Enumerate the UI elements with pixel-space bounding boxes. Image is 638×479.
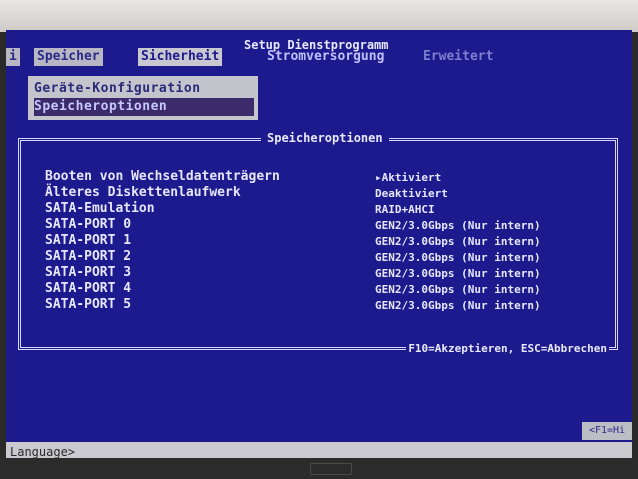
option-value[interactable]: GEN2/3.0Gbps (Nur intern) [375, 283, 541, 299]
menu-item-sicherheit[interactable]: Sicherheit [138, 48, 223, 66]
option-label[interactable]: SATA-PORT 5 [45, 297, 131, 313]
option-label[interactable]: SATA-PORT 3 [45, 265, 131, 281]
menu-bar: i Speicher Sicherheit Stromversorgung Er… [6, 48, 632, 68]
option-label[interactable]: Booten von Wechseldatenträgern [45, 169, 280, 185]
option-label[interactable]: SATA-PORT 4 [45, 281, 131, 297]
dialog-footer-hint: F10=Akzeptieren, ESC=Abbrechen [406, 342, 609, 355]
option-label[interactable]: Älteres Diskettenlaufwerk [45, 185, 241, 201]
option-label[interactable]: SATA-PORT 1 [45, 233, 131, 249]
menu-item-stromversorgung[interactable]: Stromversorgung [264, 48, 387, 66]
bios-screen: Setup Dienstprogramm i Speicher Sicherhe… [6, 30, 632, 462]
monitor-bezel-top [0, 0, 638, 32]
help-hint[interactable]: <F1=Hi [582, 422, 632, 440]
option-value[interactable]: ▸Aktiviert [375, 171, 441, 187]
option-value[interactable]: GEN2/3.0Gbps (Nur intern) [375, 267, 541, 283]
option-label[interactable]: SATA-Emulation [45, 201, 155, 217]
option-value[interactable]: GEN2/3.0Gbps (Nur intern) [375, 235, 541, 251]
option-value[interactable]: GEN2/3.0Gbps (Nur intern) [375, 251, 541, 267]
menu-item-speicher[interactable]: Speicher [34, 48, 103, 66]
menu-item-erweitert[interactable]: Erweitert [420, 48, 496, 66]
submenu-item-geraete-konfiguration[interactable]: Geräte-Konfiguration [34, 80, 201, 98]
option-label[interactable]: SATA-PORT 0 [45, 217, 131, 233]
option-label[interactable]: SATA-PORT 2 [45, 249, 131, 265]
option-value[interactable]: RAID+AHCI [375, 203, 435, 219]
dialog-title: Speicheroptionen [261, 131, 389, 145]
option-value[interactable]: GEN2/3.0Gbps (Nur intern) [375, 299, 541, 315]
speicheroptionen-dialog: Speicheroptionen Booten von Wechseldaten… [18, 131, 618, 355]
monitor-logo [310, 463, 352, 475]
submenu: Geräte-Konfiguration Speicheroptionen [28, 76, 258, 120]
submenu-item-speicheroptionen[interactable]: Speicheroptionen [34, 98, 254, 116]
option-value[interactable]: GEN2/3.0Gbps (Nur intern) [375, 219, 541, 235]
option-value[interactable]: Deaktiviert [375, 187, 448, 203]
menu-item-partial[interactable]: i [6, 48, 20, 66]
